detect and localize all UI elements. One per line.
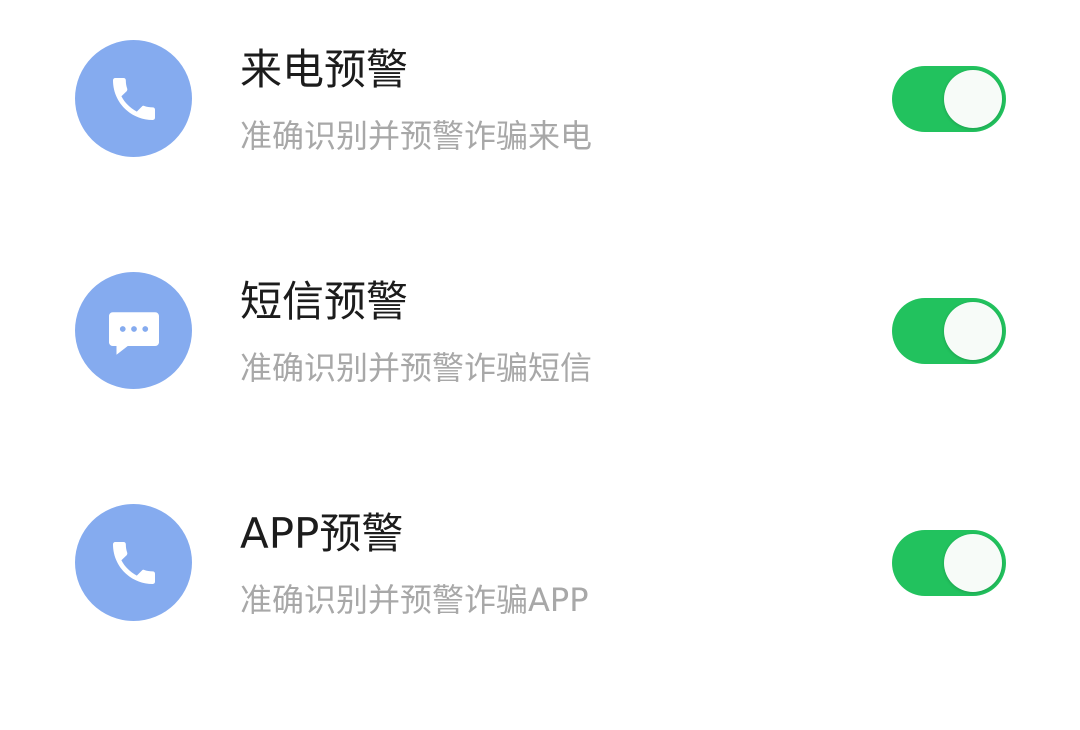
toggle-knob (944, 302, 1002, 360)
app-warning-row: APP预警 准确识别并预警诈骗APP (0, 486, 1080, 636)
app-warning-title: APP预警 (240, 509, 404, 558)
call-warning-title: 来电预警 (240, 45, 409, 94)
warning-settings-list: 来电预警 准确识别并预警诈骗来电 短信预警 准确识别并预警诈骗短信 APP预警 (0, 0, 1080, 730)
call-warning-toggle[interactable] (892, 66, 1006, 132)
toggle-knob (944, 70, 1002, 128)
call-warning-description: 准确识别并预警诈骗来电 (240, 117, 593, 155)
sms-warning-title: 短信预警 (240, 277, 409, 326)
phone-icon (75, 40, 192, 157)
app-warning-toggle[interactable] (892, 530, 1006, 596)
app-warning-description: 准确识别并预警诈骗APP (240, 581, 589, 619)
toggle-knob (944, 534, 1002, 592)
sms-warning-description: 准确识别并预警诈骗短信 (240, 349, 593, 387)
sms-warning-toggle[interactable] (892, 298, 1006, 364)
message-icon (75, 272, 192, 389)
sms-warning-row: 短信预警 准确识别并预警诈骗短信 (0, 254, 1080, 404)
phone-icon (75, 504, 192, 621)
call-warning-row: 来电预警 准确识别并预警诈骗来电 (0, 22, 1080, 172)
